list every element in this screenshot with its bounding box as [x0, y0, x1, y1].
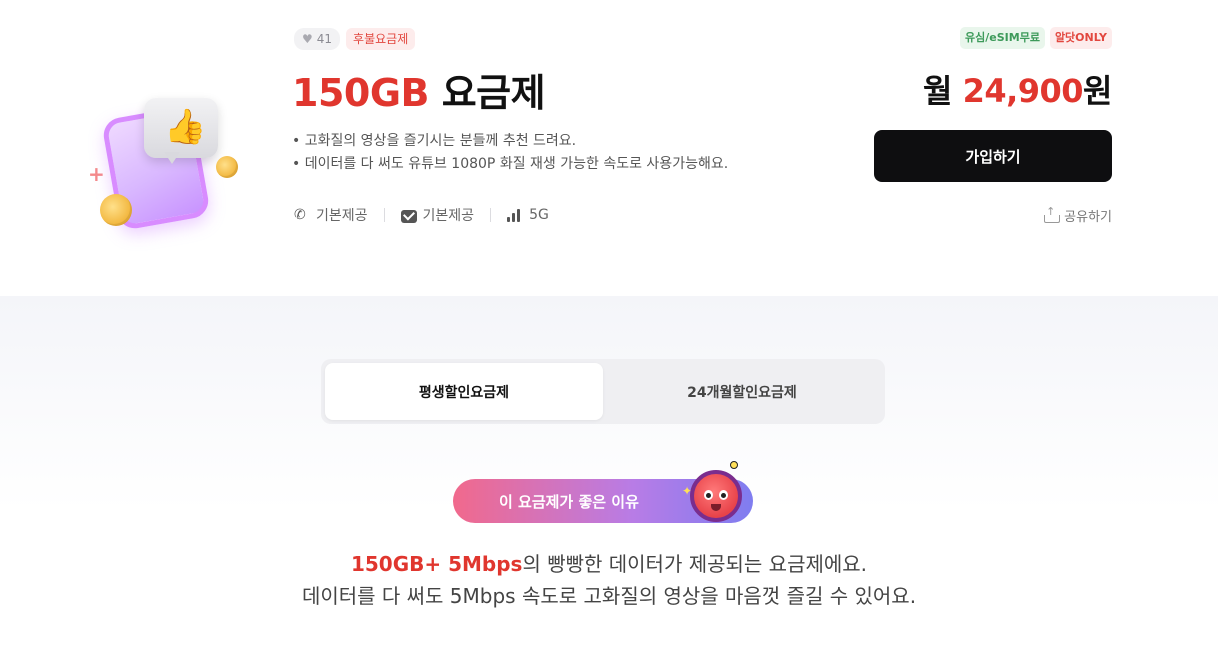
plan-features: ✆ 기본제공 기본제공 5G — [294, 205, 549, 225]
price-currency: 원 — [1083, 72, 1112, 110]
plan-description-line: • 고화질의 영상을 즐기시는 분들께 추천 드려요. — [292, 133, 577, 149]
promo-badges: 유심/eSIM무료 알닷ONLY — [960, 27, 1112, 49]
like-count: 41 — [316, 32, 333, 46]
share-button[interactable]: 공유하기 — [1044, 205, 1112, 225]
coin-icon — [100, 194, 132, 226]
plan-description: • 고화질의 영상을 즐기시는 분들께 추천 드려요. • 데이터를 다 써도 … — [292, 130, 728, 176]
price-amount: 24,900 — [962, 72, 1084, 110]
mascot-eye — [704, 490, 713, 500]
mascot-eye — [719, 490, 728, 500]
exclusive-badge: 알닷ONLY — [1049, 27, 1112, 49]
reason-line-1: 150GB+ 5Mbps의 빵빵한 데이터가 제공되는 요금제에요. — [0, 548, 1218, 580]
feature-voice-label: 기본제공 — [316, 208, 368, 224]
like-button[interactable]: ♥ 41 — [294, 28, 341, 50]
share-label: 공유하기 — [1064, 210, 1112, 225]
mascot-antenna — [730, 461, 738, 469]
tab-24month-discount[interactable]: 24개월할인요금제 — [603, 363, 881, 420]
hero-illustration: + 👍 — [80, 90, 250, 240]
feature-network-label: 5G — [529, 207, 549, 223]
reason-highlight: 150GB+ 5Mbps — [350, 552, 523, 576]
plan-description-line: • 데이터를 다 써도 유튜브 1080P 화질 재생 가능한 속도로 사용가능… — [292, 156, 729, 172]
esim-free-badge: 유심/eSIM무료 — [960, 27, 1045, 49]
signal-icon — [507, 208, 523, 222]
phone-icon: ✆ — [294, 207, 306, 223]
plan-badges: ♥ 41 후불요금제 — [294, 28, 416, 50]
mascot-icon — [690, 470, 742, 522]
price-prefix: 월 — [922, 72, 952, 110]
message-icon — [400, 209, 417, 223]
reason-line-2: 데이터를 다 써도 5Mbps 속도로 고화질의 영상을 마음껏 즐길 수 있어… — [301, 584, 917, 608]
discount-tabs: 평생할인요금제 24개월할인요금제 — [321, 359, 885, 424]
speech-bubble-tail — [164, 152, 180, 164]
coin-icon — [216, 156, 238, 178]
mascot-mouth — [711, 504, 721, 511]
join-button[interactable]: 가입하기 — [874, 130, 1112, 182]
reason-line-1-rest: 의 빵빵한 데이터가 제공되는 요금제에요. — [522, 552, 868, 576]
plan-type-badge: 후불요금제 — [346, 28, 416, 50]
plan-title-data: 150GB — [292, 71, 429, 115]
divider — [490, 208, 492, 222]
feature-message: 기본제공 — [400, 205, 475, 225]
feature-network: 5G — [507, 207, 549, 223]
monthly-price: 월 24,900원 — [922, 66, 1113, 112]
tab-lifetime-discount[interactable]: 평생할인요금제 — [325, 363, 603, 420]
plus-decoration: + — [88, 162, 105, 186]
feature-voice: ✆ 기본제공 — [294, 205, 368, 225]
reason-text: 150GB+ 5Mbps의 빵빵한 데이터가 제공되는 요금제에요. 데이터를 … — [0, 548, 1218, 612]
plan-title: 150GB 요금제 — [292, 62, 546, 117]
plan-title-label: 요금제 — [441, 71, 546, 115]
heart-icon: ♥ — [302, 32, 313, 46]
share-icon — [1044, 205, 1061, 223]
thumbs-up-icon: 👍 — [164, 107, 207, 147]
divider — [383, 208, 385, 222]
feature-message-label: 기본제공 — [422, 208, 475, 224]
